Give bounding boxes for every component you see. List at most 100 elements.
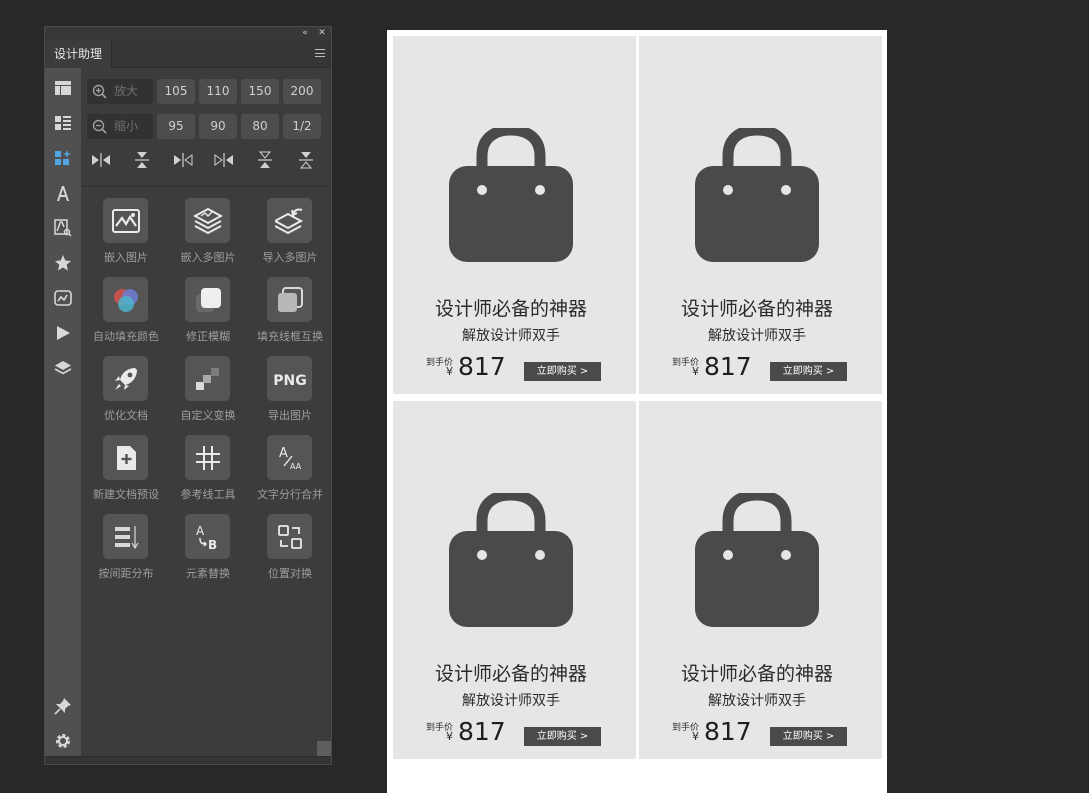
list-layout-icon[interactable] xyxy=(45,105,81,140)
zoom-in-label: 放大 xyxy=(114,84,139,98)
element-replace-icon: AB xyxy=(196,524,217,552)
svg-text:A: A xyxy=(279,446,288,461)
panel-bottom-bar xyxy=(45,756,331,764)
align-vertical-center-icon[interactable] xyxy=(131,149,153,171)
zoom-out-label: 缩小 xyxy=(114,119,139,133)
currency-symbol: ¥ xyxy=(446,365,453,378)
tool-distribute-spacing[interactable]: 按间距分布 xyxy=(85,514,167,584)
close-icon[interactable]: ✕ xyxy=(316,27,328,40)
divider xyxy=(81,186,331,187)
align-horizontal-center-icon[interactable] xyxy=(90,149,112,171)
align-left-icon[interactable] xyxy=(213,149,235,171)
zoom-out-level-button[interactable]: 90 xyxy=(199,114,237,139)
product-title: 设计师必备的神器 xyxy=(434,663,587,685)
tool-embed-multi-image[interactable]: 嵌入多图片 xyxy=(167,198,249,268)
tool-text-split-merge[interactable]: A AA 文字分行合并 xyxy=(249,435,331,505)
tool-label: 按间距分布 xyxy=(98,567,154,580)
tool-export-image[interactable]: PNG 导出图片 xyxy=(249,356,331,426)
buy-now-button[interactable]: 立即购买 > xyxy=(524,727,601,746)
collapse-icon[interactable]: « xyxy=(299,27,311,40)
fix-blur-icon xyxy=(195,287,221,312)
buy-now-button[interactable]: 立即购买 > xyxy=(524,362,601,381)
panel-content: 放大 105 110 150 200 缩小 95 90 80 1/2 嵌入图片 … xyxy=(81,68,331,756)
tool-position-swap[interactable]: 位置对换 xyxy=(249,514,331,584)
artboard-canvas: 设计师必备的神器 解放设计师双手 到手价 ¥ 817 立即购买 > 设计师必备的… xyxy=(387,30,887,793)
zoom-out-level-button[interactable]: 1/2 xyxy=(283,114,321,139)
layers-icon[interactable] xyxy=(45,350,81,385)
tool-label: 嵌入图片 xyxy=(104,251,148,264)
zoom-in-level-button[interactable]: 150 xyxy=(241,79,279,104)
product-subtitle: 解放设计师双手 xyxy=(708,693,806,709)
product-title: 设计师必备的神器 xyxy=(434,298,587,320)
guide-grid-icon xyxy=(195,445,220,470)
svg-text:A: A xyxy=(196,524,205,538)
product-subtitle: 解放设计师双手 xyxy=(462,328,560,344)
tool-guide-lines[interactable]: 参考线工具 xyxy=(167,435,249,505)
zoom-out-button[interactable]: 缩小 xyxy=(87,114,153,139)
tool-fill-stroke-swap[interactable]: 填充线框互换 xyxy=(249,277,331,347)
panel-title-bar: « ✕ xyxy=(45,27,331,40)
zoom-in-icon xyxy=(92,84,107,99)
align-right-icon[interactable] xyxy=(172,149,194,171)
tool-auto-fill-color[interactable]: 自动填充颜色 xyxy=(85,277,167,347)
tool-label: 填充线框互换 xyxy=(257,330,323,343)
currency-symbol: ¥ xyxy=(446,730,453,743)
buy-now-button[interactable]: 立即购买 > xyxy=(770,362,847,381)
tool-label: 嵌入多图片 xyxy=(180,251,236,264)
tool-optimize-document[interactable]: 优化文档 xyxy=(85,356,167,426)
panel-menu-icon[interactable] xyxy=(315,49,325,57)
layout-icon[interactable] xyxy=(45,70,81,105)
buy-now-button[interactable]: 立即购买 > xyxy=(770,727,847,746)
play-icon[interactable] xyxy=(45,315,81,350)
panel-resize-handle[interactable] xyxy=(317,741,331,757)
tool-element-replace[interactable]: AB 元素替换 xyxy=(167,514,249,584)
tool-label: 导出图片 xyxy=(268,409,312,422)
distribute-vertical-icon[interactable] xyxy=(254,149,276,171)
panel-sidebar xyxy=(45,68,81,756)
tool-custom-transform[interactable]: 自定义变换 xyxy=(167,356,249,426)
tool-fix-blur[interactable]: 修正模糊 xyxy=(167,277,249,347)
image-icon[interactable] xyxy=(45,280,81,315)
shopping-bag-icon xyxy=(695,128,819,262)
pin-icon[interactable] xyxy=(45,688,81,723)
product-subtitle: 解放设计师双手 xyxy=(708,328,806,344)
shopping-bag-icon xyxy=(449,128,573,262)
alignment-toolbar xyxy=(81,149,331,171)
tool-import-multi-image[interactable]: 导入多图片 xyxy=(249,198,331,268)
text-icon[interactable] xyxy=(45,175,81,210)
product-title: 设计师必备的神器 xyxy=(680,663,833,685)
zoom-in-level-button[interactable]: 110 xyxy=(199,79,237,104)
tool-label: 导入多图片 xyxy=(262,251,318,264)
embed-multi-image-icon xyxy=(192,207,223,234)
star-icon[interactable] xyxy=(45,245,81,280)
tool-label: 文字分行合并 xyxy=(257,488,323,501)
zoom-in-level-button[interactable]: 200 xyxy=(283,79,321,104)
product-price: 817 xyxy=(704,717,752,746)
zoom-out-level-button[interactable]: 80 xyxy=(241,114,279,139)
text-split-merge-icon: AAA xyxy=(279,446,302,471)
tool-label: 自动填充颜色 xyxy=(93,330,159,343)
currency-symbol: ¥ xyxy=(692,730,699,743)
zoom-in-level-button[interactable]: 105 xyxy=(157,79,195,104)
tool-label: 优化文档 xyxy=(104,409,148,422)
gear-icon[interactable] xyxy=(45,723,81,758)
tool-label: 位置对换 xyxy=(268,567,312,580)
product-card: 设计师必备的神器 解放设计师双手 到手价 ¥ 817 立即购买 > xyxy=(393,36,636,394)
text-search-icon[interactable] xyxy=(45,210,81,245)
product-title: 设计师必备的神器 xyxy=(680,298,833,320)
fill-stroke-swap-icon xyxy=(277,286,303,312)
zoom-out-level-button[interactable]: 95 xyxy=(157,114,195,139)
zoom-in-button[interactable]: 放大 xyxy=(87,79,153,104)
tool-embed-image[interactable]: 嵌入图片 xyxy=(85,198,167,268)
auto-fill-color-icon xyxy=(113,288,138,312)
design-assistant-panel: « ✕ 设计助理 放大 105 110 150 200 缩小 95 90 80 … xyxy=(44,26,332,765)
tab-design-assistant[interactable]: 设计助理 xyxy=(45,40,112,68)
import-multi-image-icon xyxy=(274,208,303,234)
tool-new-document-preset[interactable]: 新建文档预设 xyxy=(85,435,167,505)
widgets-icon[interactable] xyxy=(45,140,81,175)
distribute-vertical-alt-icon[interactable] xyxy=(295,149,317,171)
tool-label: 新建文档预设 xyxy=(93,488,159,501)
shopping-bag-icon xyxy=(695,493,819,627)
product-price: 817 xyxy=(704,352,752,381)
distribute-spacing-icon xyxy=(114,525,139,549)
